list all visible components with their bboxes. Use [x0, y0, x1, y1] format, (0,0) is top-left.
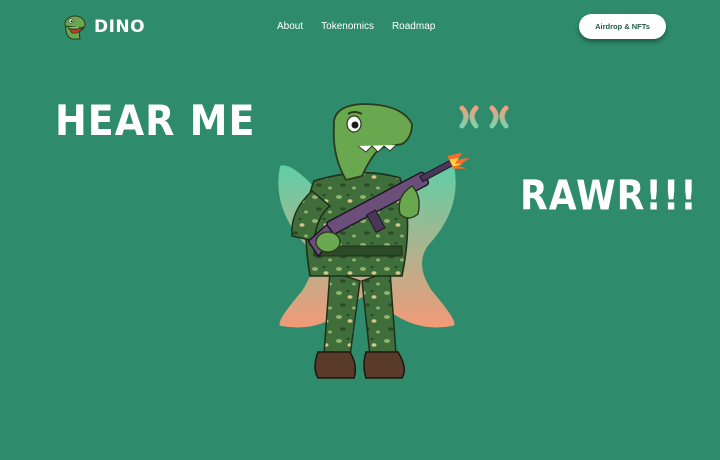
nav-link-roadmap[interactable]: Roadmap — [392, 20, 435, 34]
nav-links: About Tokenomics Roadmap — [277, 20, 435, 34]
landing-page: DINO About Tokenomics Roadmap Airdrop & … — [0, 0, 720, 460]
headline-left: HEAR ME — [55, 96, 256, 146]
nav-link-about[interactable]: About — [277, 20, 303, 34]
soldier-dino-with-rifle-illustration — [278, 103, 470, 379]
nav-link-tokenomics[interactable]: Tokenomics — [321, 20, 374, 34]
headline-right: RAWR!!! — [520, 172, 698, 220]
top-nav: DINO About Tokenomics Roadmap Airdrop & … — [0, 0, 720, 54]
brand-logo-link[interactable]: DINO — [60, 12, 145, 42]
brand-name: DINO — [94, 16, 146, 37]
dino-head-icon — [64, 15, 86, 40]
airdrop-nfts-button[interactable]: Airdrop & NFTs — [579, 14, 666, 39]
